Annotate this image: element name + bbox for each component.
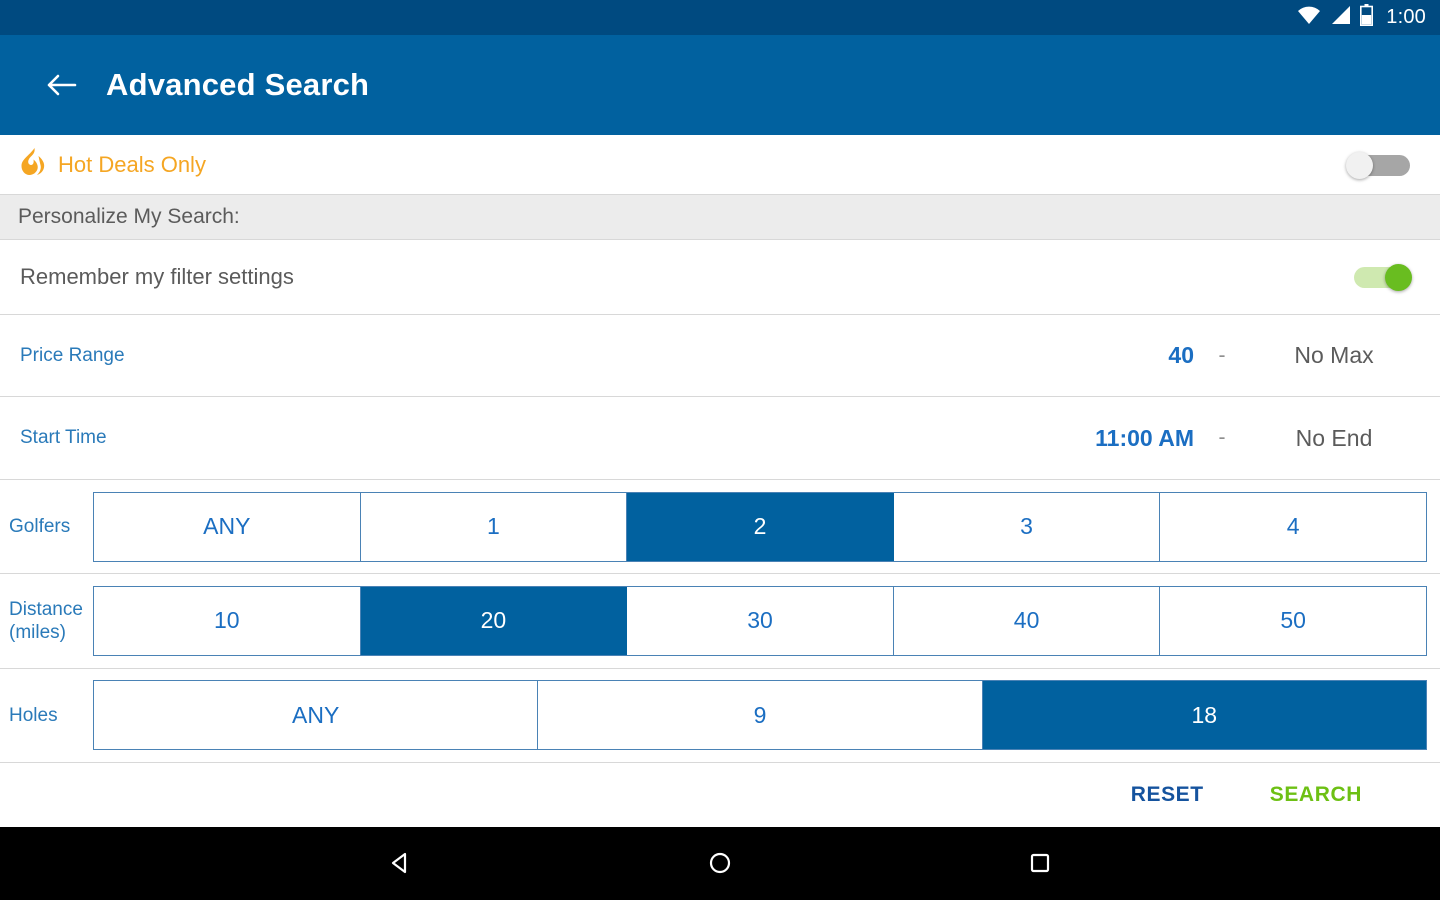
price-range-max[interactable]: No Max <box>1250 342 1418 369</box>
golfers-option-1[interactable]: 1 <box>360 492 628 561</box>
battery-icon <box>1360 4 1374 31</box>
distance-row: Distance (miles) 10 20 30 40 50 <box>0 574 1440 669</box>
golfers-option-any[interactable]: ANY <box>94 492 361 561</box>
reset-button[interactable]: RESET <box>1131 783 1204 807</box>
app-screen: 1:00 Advanced Search Hot Deals Only Pers… <box>0 0 1440 900</box>
status-time: 1:00 <box>1386 6 1426 28</box>
hot-deals-left: Hot Deals Only <box>20 147 206 182</box>
holes-option-18[interactable]: 18 <box>982 681 1426 750</box>
app-bar: Advanced Search <box>0 35 1440 135</box>
wifi-icon <box>1297 5 1321 30</box>
distance-option-20[interactable]: 20 <box>360 586 628 655</box>
holes-option-9[interactable]: 9 <box>538 681 983 750</box>
distance-option-40[interactable]: 40 <box>893 586 1161 655</box>
hot-deals-label: Hot Deals Only <box>58 151 206 177</box>
nav-home-icon[interactable] <box>690 833 750 893</box>
golfers-option-3[interactable]: 3 <box>893 492 1161 561</box>
flame-icon <box>20 147 46 182</box>
nav-recents-icon[interactable] <box>1010 833 1070 893</box>
personalize-section-header: Personalize My Search: <box>0 195 1440 240</box>
start-time-label: Start Time <box>20 427 107 449</box>
nav-back-icon[interactable] <box>370 833 430 893</box>
holes-label: Holes <box>9 704 58 726</box>
holes-segmented-control[interactable]: ANY 9 18 <box>93 680 1427 751</box>
start-time-values: 11:00 AM - No End <box>1095 425 1418 452</box>
golfers-option-2[interactable]: 2 <box>627 492 894 561</box>
distance-label: Distance (miles) <box>0 598 93 644</box>
remember-filter-label: Remember my filter settings <box>20 263 294 289</box>
remember-filter-toggle[interactable] <box>1346 263 1412 291</box>
distance-option-10[interactable]: 10 <box>94 586 361 655</box>
price-range-row[interactable]: Price Range 40 - No Max <box>0 314 1440 398</box>
start-time-separator: - <box>1218 426 1226 450</box>
holes-row: Holes ANY 9 18 <box>0 668 1440 763</box>
golfers-row: Golfers ANY 1 2 3 4 <box>0 480 1440 575</box>
golfers-option-4[interactable]: 4 <box>1160 492 1426 561</box>
price-range-min[interactable]: 40 <box>1168 342 1194 369</box>
status-icons: 1:00 <box>1297 4 1426 31</box>
toggle-thumb <box>1385 263 1412 291</box>
status-bar: 1:00 <box>0 0 1440 35</box>
distance-segmented-control[interactable]: 10 20 30 40 50 <box>93 585 1427 656</box>
hot-deals-toggle[interactable] <box>1346 151 1412 179</box>
distance-label-line1: Distance <box>9 598 83 620</box>
search-button[interactable]: SEARCH <box>1270 783 1362 807</box>
golfers-label: Golfers <box>9 516 71 538</box>
distance-label-line2: (miles) <box>9 621 66 643</box>
price-range-values: 40 - No Max <box>1168 342 1418 369</box>
remember-filter-row[interactable]: Remember my filter settings <box>0 239 1440 315</box>
price-range-label: Price Range <box>20 344 125 366</box>
signal-icon <box>1330 5 1351 30</box>
hot-deals-row[interactable]: Hot Deals Only <box>0 135 1440 196</box>
back-arrow-icon[interactable] <box>44 68 78 102</box>
start-time-start[interactable]: 11:00 AM <box>1095 425 1194 452</box>
toggle-thumb <box>1346 151 1373 179</box>
golfers-segmented-control[interactable]: ANY 1 2 3 4 <box>93 491 1427 562</box>
section-label: Personalize My Search: <box>18 205 240 229</box>
start-time-row[interactable]: Start Time 11:00 AM - No End <box>0 397 1440 481</box>
holes-option-any[interactable]: ANY <box>94 681 539 750</box>
distance-option-50[interactable]: 50 <box>1160 586 1426 655</box>
android-nav-bar <box>0 826 1440 900</box>
page-title: Advanced Search <box>106 67 370 102</box>
distance-option-30[interactable]: 30 <box>627 586 894 655</box>
price-range-separator: - <box>1218 343 1226 367</box>
start-time-end[interactable]: No End <box>1250 425 1418 452</box>
action-bar: RESET SEARCH <box>0 762 1440 827</box>
